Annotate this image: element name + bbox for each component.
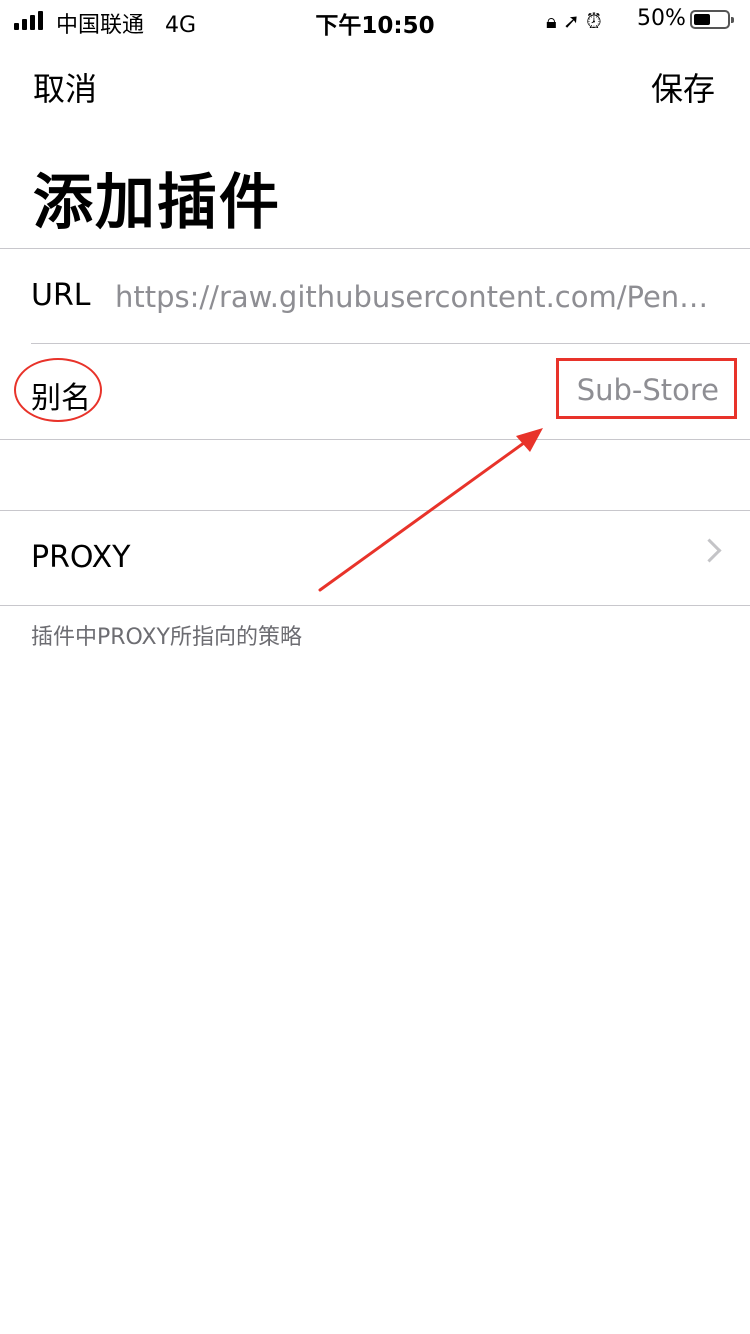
annotation-arrow xyxy=(318,428,543,592)
